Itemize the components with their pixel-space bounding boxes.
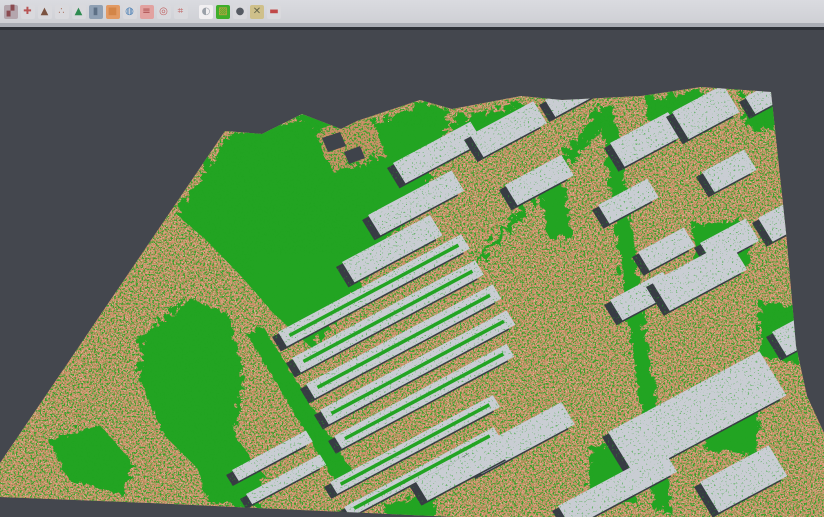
toolbar: ▞✚▲∴▲▮■◍≡◎⌗◐▨●✕▬ <box>0 0 824 23</box>
viewport-3d[interactable] <box>0 30 824 517</box>
delete-icon[interactable]: ✕ <box>250 5 264 19</box>
transform-icon[interactable]: ▞ <box>4 5 18 19</box>
flag-icon[interactable]: ▬ <box>267 5 281 19</box>
settings-icon[interactable]: ◎ <box>157 5 171 19</box>
align-icon[interactable]: ✚ <box>21 5 35 19</box>
subsample-icon[interactable]: ◐ <box>199 5 213 19</box>
profile-icon[interactable]: ▮ <box>89 5 103 19</box>
app-window: ▞✚▲∴▲▮■◍≡◎⌗◐▨●✕▬ <box>0 0 824 517</box>
ortho-icon[interactable]: ■ <box>106 5 120 19</box>
surface-icon[interactable]: ▲ <box>72 5 86 19</box>
points-icon[interactable]: ∴ <box>55 5 69 19</box>
sphere-icon[interactable]: ● <box>233 5 247 19</box>
crop-icon[interactable]: ⌗ <box>174 5 188 19</box>
terrain-icon[interactable]: ▲ <box>38 5 52 19</box>
list-icon[interactable]: ≡ <box>140 5 154 19</box>
globe-icon[interactable]: ◍ <box>123 5 137 19</box>
classify-icon[interactable]: ▨ <box>216 5 230 19</box>
point-cloud-render <box>0 30 824 517</box>
